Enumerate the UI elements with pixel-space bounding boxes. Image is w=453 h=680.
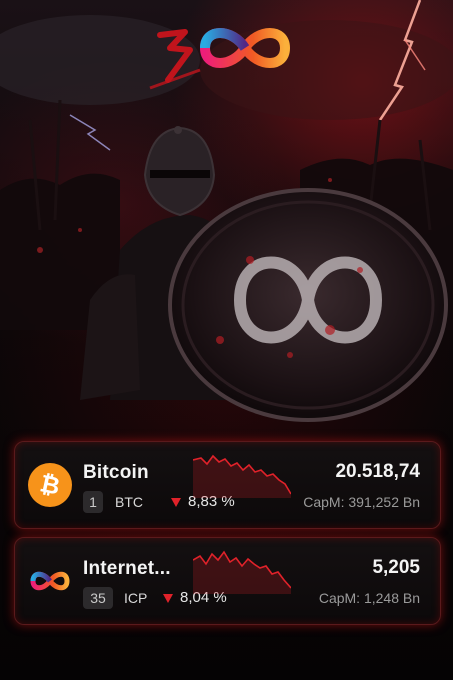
coin-price: 20.518,74 bbox=[335, 461, 420, 482]
market-cap: CapM: 1,248 Bn bbox=[318, 590, 420, 606]
coin-name: Bitcoin bbox=[83, 462, 149, 483]
sparkline-chart bbox=[193, 550, 291, 594]
internet-computer-icon bbox=[30, 571, 70, 591]
warrior-artwork bbox=[0, 0, 453, 422]
coin-price: 5,205 bbox=[372, 557, 420, 578]
coin-card-icp[interactable]: Internet... 35 ICP 8,04 % 5,205 CapM: 1,… bbox=[14, 537, 441, 625]
coin-card-bitcoin[interactable]: ₿ Bitcoin 1 BTC 8,83 % 20.518,74 CapM: 3… bbox=[14, 441, 441, 529]
market-cap: CapM: 391,252 Bn bbox=[303, 494, 420, 510]
coin-ticker: BTC bbox=[115, 494, 143, 510]
screen: ₿ Bitcoin 1 BTC 8,83 % 20.518,74 CapM: 3… bbox=[0, 0, 453, 680]
bitcoin-icon: ₿ bbox=[28, 463, 72, 507]
down-arrow-icon bbox=[163, 594, 173, 603]
coin-ticker: ICP bbox=[124, 590, 148, 606]
rank-badge: 35 bbox=[83, 587, 113, 609]
down-arrow-icon bbox=[171, 498, 181, 507]
sparkline-chart bbox=[193, 454, 291, 498]
rank-badge: 1 bbox=[83, 491, 103, 513]
coin-name: Internet... bbox=[83, 558, 171, 579]
